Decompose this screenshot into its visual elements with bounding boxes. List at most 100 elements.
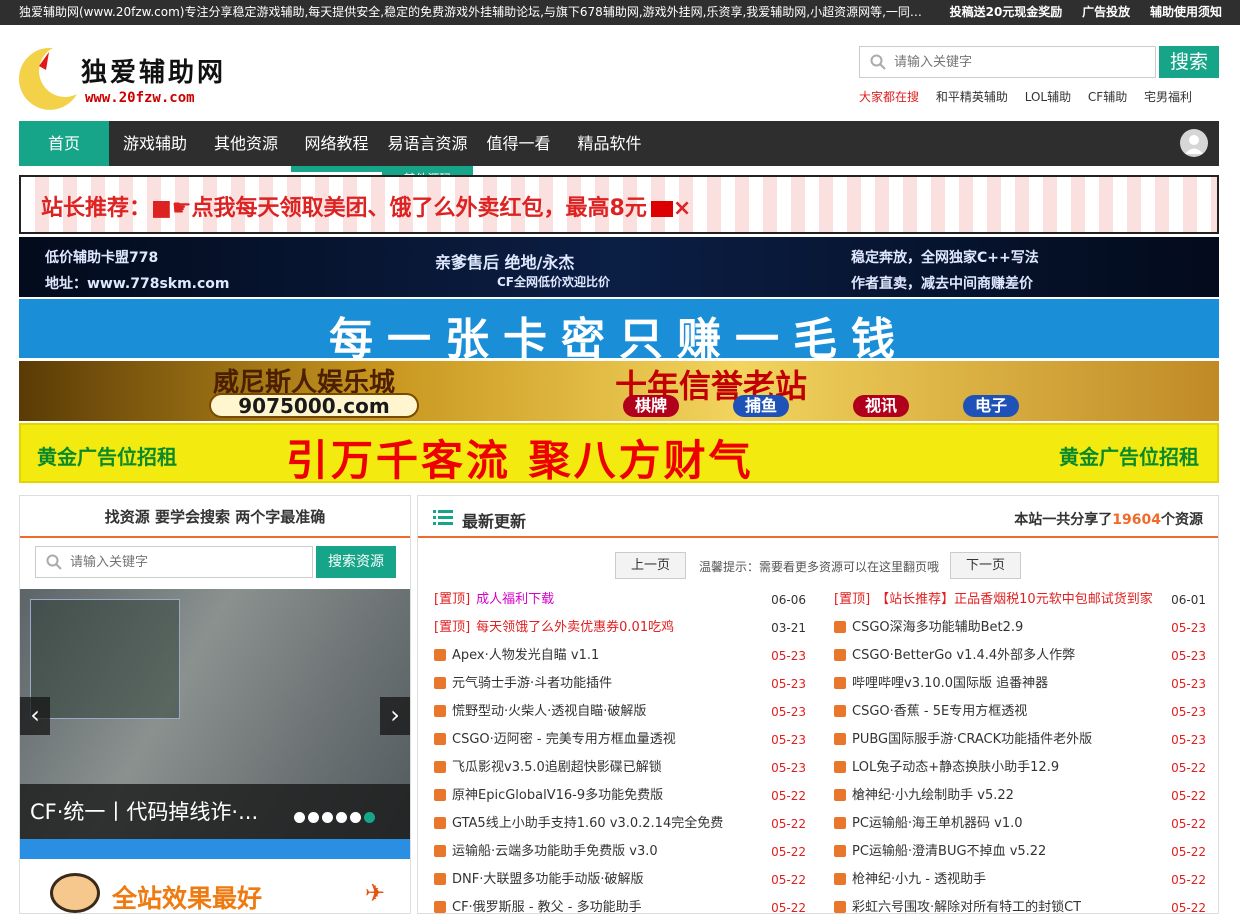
hot-label: 大家都在搜 — [859, 90, 920, 104]
slider-dot[interactable] — [294, 812, 305, 823]
list-item[interactable]: 槍神纪·小九绘制助手 v5.22 05-22 — [834, 782, 1206, 810]
new-badge-icon — [834, 704, 846, 717]
list-item[interactable]: 原神EpicGlobalV16-9多功能免费版 05-22 — [434, 782, 806, 810]
banner-card-key[interactable]: 每一张卡密只赚一毛钱 — [19, 299, 1219, 358]
list-item[interactable]: 彩虹六号围攻·解除对所有特工的封锁CT 05-22 — [834, 894, 1206, 913]
list-item[interactable]: DNF·大联盟多功能手动版·破解版 05-22 — [434, 866, 806, 894]
image-slider[interactable]: ‹ › CF·统一丨代码掉线诈·... — [20, 589, 410, 839]
nav-game-cheats[interactable]: 游戏辅助 — [109, 121, 201, 166]
banner-text: CF全网低价欢迎比价 — [497, 275, 611, 289]
list-item[interactable]: 元气骑士手游·斗者功能插件 05-23 — [434, 670, 806, 698]
slider-dots — [294, 808, 378, 827]
list-item[interactable]: 慌野型动·火柴人·透视自瞄·破解版 05-23 — [434, 698, 806, 726]
slider-dot[interactable] — [322, 812, 333, 823]
list-item[interactable]: [置顶] 每天领饿了么外卖优惠券0.01吃鸡 03-21 — [434, 614, 806, 642]
nav-worth-seeing[interactable]: 值得一看 — [473, 121, 564, 166]
slide-caption-bar: CF·统一丨代码掉线诈·... — [20, 784, 410, 839]
latest-updates: 最新更新 本站一共分享了19604个资源 上一页 温馨提示：需要看更多资源可以在… — [417, 495, 1219, 914]
site-logo[interactable]: 独爱辅助网 www.20fzw.com — [19, 42, 229, 114]
list-item[interactable]: CSGO深海多功能辅助Bet2.9 05-23 — [834, 614, 1206, 642]
list-item[interactable]: Apex·人物发光自瞄 v1.1 05-23 — [434, 642, 806, 670]
list-item[interactable]: PC运输船·海王单机器码 v1.0 05-22 — [834, 810, 1206, 838]
new-badge-icon — [434, 648, 446, 661]
list-item[interactable]: 哔哩哔哩v3.10.0国际版 追番神器 05-23 — [834, 670, 1206, 698]
list-item[interactable]: PC运输船·澄清BUG不掉血 v5.22 05-22 — [834, 838, 1206, 866]
list-item[interactable]: 飞瓜影视v3.5.0追剧超快影碟已解锁 05-23 — [434, 754, 806, 782]
user-avatar-icon[interactable] — [1180, 129, 1208, 157]
nav-active-indicator — [291, 166, 382, 172]
list-item[interactable]: CSGO·香蕉 - 5E专用方框透视 05-23 — [834, 698, 1206, 726]
banner-card-shop[interactable]: 低价辅助卡盟778 地址：www.778skm.com 亲爹售后 绝地/永杰 C… — [19, 237, 1219, 297]
list-item[interactable]: CF·俄罗斯服 - 教父 - 多功能助手 05-22 — [434, 894, 806, 913]
list-item[interactable]: [置顶] 成人福利下载 06-06 — [434, 586, 806, 614]
search-icon — [46, 554, 62, 570]
banner-text: 低价辅助卡盟778 — [45, 250, 159, 266]
search-input[interactable] — [860, 47, 1155, 77]
hot-item[interactable]: LOL辅助 — [1025, 90, 1071, 104]
contribute-link[interactable]: 投稿送20元现金奖励 — [950, 5, 1063, 19]
top-bar: 独爱辅助网(www.20fzw.com)专注分享稳定游戏辅助,每天提供安全,稳定… — [0, 0, 1240, 25]
new-badge-icon — [434, 900, 446, 913]
banner-coupon[interactable]: 站长推荐：■☛点我每天领取美团、饿了么外卖红包，最高8元 × — [19, 175, 1219, 234]
site-description: 独爱辅助网(www.20fzw.com)专注分享稳定游戏辅助,每天提供安全,稳定… — [19, 5, 929, 19]
slider-dot[interactable] — [336, 812, 347, 823]
slider-dot-active[interactable] — [364, 812, 375, 823]
new-badge-icon — [434, 676, 446, 689]
new-badge-icon — [834, 732, 846, 745]
slide-image — [30, 599, 180, 719]
hot-item[interactable]: 和平精英辅助 — [936, 90, 1008, 104]
latest-header: 最新更新 本站一共分享了19604个资源 — [418, 496, 1218, 538]
sidebar-search-input[interactable] — [36, 547, 312, 577]
prev-page-button[interactable]: 上一页 — [615, 552, 686, 579]
sidebar-ad[interactable]: 全站效果最好 ✈ — [20, 839, 410, 913]
slider-prev-button[interactable]: ‹ — [20, 697, 50, 735]
list-item[interactable]: [置顶] 【站长推荐】正品香烟税10元软中包邮试货到家 06-01 — [834, 586, 1206, 614]
new-badge-icon — [834, 648, 846, 661]
nav-tutorials[interactable]: 网络教程 — [291, 121, 382, 166]
new-badge-icon — [834, 816, 846, 829]
notice-link[interactable]: 辅助使用须知 — [1150, 5, 1222, 19]
slide-caption[interactable]: CF·统一丨代码掉线诈·... — [30, 796, 258, 826]
pager: 上一页 温馨提示：需要看更多资源可以在这里翻页哦 下一页 — [418, 552, 1218, 580]
new-badge-icon — [834, 900, 846, 913]
banner-tag: 棋牌 — [623, 395, 680, 417]
next-page-button[interactable]: 下一页 — [950, 552, 1021, 579]
banner-text: 引万千客流 聚八方财气 — [286, 436, 754, 483]
banner-text: 亲爹售后 绝地/永杰 — [435, 253, 575, 272]
slider-dot[interactable] — [308, 812, 319, 823]
banner-coupon-text: 站长推荐：■☛点我每天领取美团、饿了么外卖红包，最高8元 — [41, 196, 647, 221]
nav-software[interactable]: 精品软件 — [564, 121, 655, 166]
plane-icon: ✈ — [365, 879, 386, 907]
banner-tag: 电子 — [963, 395, 1020, 417]
new-badge-icon — [434, 844, 446, 857]
banner-text: 地址：www.778skm.com — [45, 276, 230, 292]
nav-home[interactable]: 首页 — [19, 121, 109, 166]
new-badge-icon — [834, 676, 846, 689]
main-nav: 首页 游戏辅助 其他资源 网络教程 易语言资源 值得一看 精品软件 其他源码 — [19, 121, 1219, 186]
list-item[interactable]: LOL兔子动态+静态换肤小助手12.9 05-22 — [834, 754, 1206, 782]
list-item[interactable]: 枪神纪·小九 - 透视助手 05-22 — [834, 866, 1206, 894]
new-badge-icon — [834, 844, 846, 857]
list-item[interactable]: CSGO·迈阿密 - 完美专用方框血量透视 05-23 — [434, 726, 806, 754]
new-badge-icon — [834, 788, 846, 801]
banner-close-icon[interactable]: × — [673, 196, 691, 221]
logo-url: www.20fzw.com — [85, 90, 195, 106]
banner-casino[interactable]: 威尼斯人娱乐城 十年信誉老站 9075000.com 棋牌 捕鱼 视讯 电子 — [19, 361, 1219, 421]
new-badge-icon — [434, 816, 446, 829]
list-item[interactable]: CSGO·BetterGo v1.4.4外部多人作弊 05-23 — [834, 642, 1206, 670]
ad-link[interactable]: 广告投放 — [1082, 5, 1130, 19]
nav-other-resources[interactable]: 其他资源 — [201, 121, 291, 166]
banner-ad-rent[interactable]: 黄金广告位招租 引万千客流 聚八方财气 黄金广告位招租 — [19, 423, 1219, 483]
list-item[interactable]: PUBG国际服手游·CRACK功能插件老外版 05-23 — [834, 726, 1206, 754]
hot-item[interactable]: 宅男福利 — [1144, 90, 1192, 104]
list-item[interactable]: GTA5线上小助手支持1.60 v3.0.2.14完全免费 05-22 — [434, 810, 806, 838]
search-resources-button[interactable]: 搜索资源 — [316, 546, 396, 578]
list-item[interactable]: 运输船·云端多功能助手免费版 v3.0 05-22 — [434, 838, 806, 866]
banner-text: 作者直卖，减去中间商赚差价 — [851, 276, 1033, 292]
nav-e-language[interactable]: 易语言资源 — [382, 121, 473, 166]
banner-text: 9075000.com — [209, 393, 419, 418]
hot-item[interactable]: CF辅助 — [1088, 90, 1127, 104]
slider-next-button[interactable]: › — [380, 697, 410, 735]
slider-dot[interactable] — [350, 812, 361, 823]
search-button[interactable]: 搜索 — [1159, 46, 1219, 78]
